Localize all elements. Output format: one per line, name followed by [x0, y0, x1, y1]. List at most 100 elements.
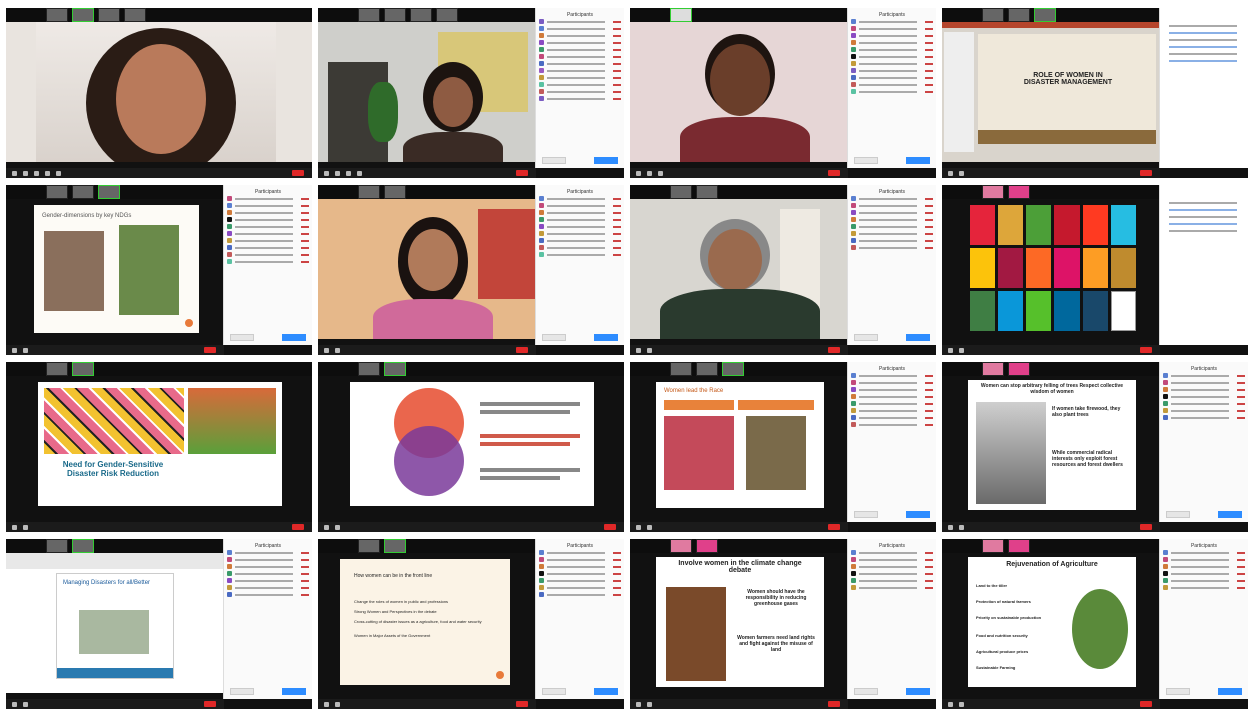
end-meeting-button[interactable] [828, 347, 840, 353]
participant-thumbnail[interactable] [46, 539, 68, 553]
participant-thumbnail[interactable] [1034, 8, 1056, 22]
participant-thumbnail[interactable] [1008, 8, 1030, 22]
participant-thumbnail[interactable] [670, 185, 692, 199]
participant-thumbnail[interactable] [1008, 185, 1030, 199]
participant-thumbnail[interactable] [72, 185, 94, 199]
camera-icon[interactable] [647, 170, 652, 176]
participant-thumbnail[interactable] [124, 8, 146, 22]
participant-thumbnail[interactable] [46, 8, 68, 22]
participant-thumbnail[interactable] [696, 539, 718, 553]
mute-all-button[interactable] [906, 688, 930, 695]
participant-thumbnail[interactable] [384, 185, 406, 199]
end-meeting-button[interactable] [604, 524, 616, 530]
mute-all-button[interactable] [594, 688, 618, 695]
end-meeting-button[interactable] [292, 524, 304, 530]
participant-thumbnail[interactable] [410, 8, 432, 22]
participants-icon[interactable] [346, 170, 351, 176]
participant-thumbnail[interactable] [696, 185, 718, 199]
invite-button[interactable] [230, 334, 254, 341]
mic-icon[interactable] [12, 347, 17, 353]
participant-thumbnail[interactable] [46, 362, 68, 376]
invite-button[interactable] [854, 334, 878, 341]
camera-icon[interactable] [647, 701, 652, 707]
camera-icon[interactable] [335, 170, 340, 176]
camera-icon[interactable] [23, 170, 28, 176]
mic-icon[interactable] [324, 347, 329, 353]
participant-thumbnail[interactable] [696, 362, 718, 376]
chat-icon[interactable] [658, 170, 663, 176]
mic-icon[interactable] [948, 524, 953, 530]
end-meeting-button[interactable] [828, 701, 840, 707]
mute-all-button[interactable] [1218, 688, 1242, 695]
invite-button[interactable] [1166, 688, 1190, 695]
participants-icon[interactable] [34, 170, 39, 176]
mic-icon[interactable] [636, 524, 641, 530]
mute-all-button[interactable] [906, 334, 930, 341]
camera-icon[interactable] [335, 347, 340, 353]
mic-icon[interactable] [324, 170, 329, 176]
participant-thumbnail[interactable] [358, 539, 380, 553]
camera-icon[interactable] [959, 701, 964, 707]
end-meeting-button[interactable] [516, 347, 528, 353]
participant-thumbnail[interactable] [982, 362, 1004, 376]
mute-all-button[interactable] [282, 334, 306, 341]
participant-thumbnail[interactable] [1008, 362, 1030, 376]
end-meeting-button[interactable] [516, 170, 528, 176]
camera-icon[interactable] [959, 524, 964, 530]
mic-icon[interactable] [948, 701, 953, 707]
camera-icon[interactable] [23, 524, 28, 530]
participant-thumbnail[interactable] [436, 8, 458, 22]
participant-thumbnail[interactable] [384, 8, 406, 22]
mic-icon[interactable] [324, 701, 329, 707]
mute-all-button[interactable] [282, 688, 306, 695]
participant-thumbnail[interactable] [1008, 539, 1030, 553]
mute-all-button[interactable] [594, 157, 618, 164]
end-meeting-button[interactable] [1140, 524, 1152, 530]
participant-thumbnail[interactable] [982, 185, 1004, 199]
end-meeting-button[interactable] [292, 170, 304, 176]
mic-icon[interactable] [948, 347, 953, 353]
mute-all-button[interactable] [1218, 511, 1242, 518]
camera-icon[interactable] [23, 347, 28, 353]
camera-icon[interactable] [335, 524, 340, 530]
camera-icon[interactable] [959, 170, 964, 176]
chat-icon[interactable] [357, 170, 362, 176]
end-meeting-button[interactable] [1140, 170, 1152, 176]
invite-button[interactable] [1166, 511, 1190, 518]
chat-icon[interactable] [45, 170, 50, 176]
mic-icon[interactable] [636, 170, 641, 176]
participant-thumbnail[interactable] [72, 362, 94, 376]
mute-all-button[interactable] [906, 511, 930, 518]
mic-icon[interactable] [636, 701, 641, 707]
participant-thumbnail[interactable] [722, 362, 744, 376]
end-meeting-button[interactable] [1140, 701, 1152, 707]
end-meeting-button[interactable] [516, 701, 528, 707]
end-meeting-button[interactable] [828, 170, 840, 176]
end-meeting-button[interactable] [1140, 347, 1152, 353]
mute-all-button[interactable] [594, 334, 618, 341]
mic-icon[interactable] [12, 701, 17, 707]
end-meeting-button[interactable] [204, 347, 216, 353]
participant-thumbnail[interactable] [384, 539, 406, 553]
participant-thumbnail[interactable] [982, 8, 1004, 22]
share-screen-icon[interactable] [56, 170, 61, 176]
mic-icon[interactable] [636, 347, 641, 353]
participant-thumbnail[interactable] [46, 185, 68, 199]
participant-thumbnail[interactable] [98, 185, 120, 199]
mic-icon[interactable] [12, 524, 17, 530]
end-meeting-button[interactable] [204, 701, 216, 707]
participant-thumbnail[interactable] [384, 362, 406, 376]
invite-button[interactable] [854, 511, 878, 518]
invite-button[interactable] [854, 688, 878, 695]
camera-icon[interactable] [647, 524, 652, 530]
participant-thumbnail[interactable] [670, 8, 692, 22]
participant-thumbnail[interactable] [358, 185, 380, 199]
participant-thumbnail[interactable] [670, 539, 692, 553]
invite-button[interactable] [854, 157, 878, 164]
mic-icon[interactable] [324, 524, 329, 530]
end-meeting-button[interactable] [828, 524, 840, 530]
participant-thumbnail[interactable] [358, 8, 380, 22]
participant-thumbnail[interactable] [982, 539, 1004, 553]
mute-all-button[interactable] [906, 157, 930, 164]
invite-button[interactable] [230, 688, 254, 695]
